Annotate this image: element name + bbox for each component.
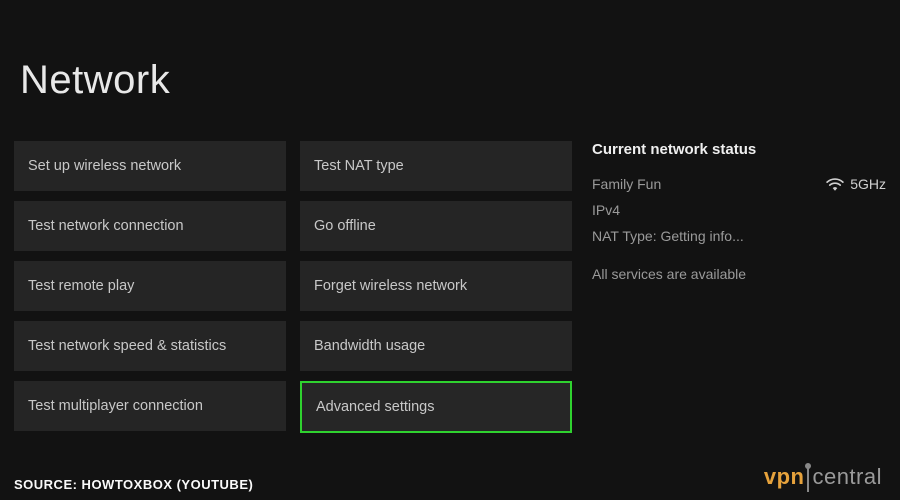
tile-forget-wireless[interactable]: Forget wireless network xyxy=(300,261,572,311)
tile-label: Bandwidth usage xyxy=(314,338,425,354)
status-title: Current network status xyxy=(592,141,886,158)
status-band-group: 5GHz xyxy=(826,176,886,192)
wifi-icon xyxy=(826,177,844,191)
content-area: Set up wireless network Test network con… xyxy=(0,103,900,433)
tile-test-connection[interactable]: Test network connection xyxy=(14,201,286,251)
status-network-name: Family Fun xyxy=(592,176,661,192)
tile-label: Set up wireless network xyxy=(28,158,181,174)
status-nat-type: NAT Type: Getting info... xyxy=(592,228,886,244)
status-ip-version: IPv4 xyxy=(592,202,886,218)
tile-go-offline[interactable]: Go offline xyxy=(300,201,572,251)
tile-setup-wireless[interactable]: Set up wireless network xyxy=(14,141,286,191)
tile-label: Go offline xyxy=(314,218,376,234)
status-panel: Current network status Family Fun 5GHz I… xyxy=(586,141,886,433)
tile-test-speed[interactable]: Test network speed & statistics xyxy=(14,321,286,371)
tile-column-1: Set up wireless network Test network con… xyxy=(14,141,286,433)
tile-test-nat[interactable]: Test NAT type xyxy=(300,141,572,191)
page-title: Network xyxy=(0,0,900,103)
tile-label: Test network connection xyxy=(28,218,184,234)
tile-test-remote-play[interactable]: Test remote play xyxy=(14,261,286,311)
tile-label: Test network speed & statistics xyxy=(28,338,226,354)
tile-label: Test multiplayer connection xyxy=(28,398,203,414)
brand-right: central xyxy=(812,464,882,490)
status-network-row: Family Fun 5GHz xyxy=(592,176,886,192)
tile-label: Test remote play xyxy=(28,278,134,294)
brand-left: vpn xyxy=(764,464,805,490)
status-band: 5GHz xyxy=(850,176,886,192)
source-credit: SOURCE: HOWTOXBOX (YOUTUBE) xyxy=(14,477,253,492)
tile-label: Test NAT type xyxy=(314,158,404,174)
tile-bandwidth-usage[interactable]: Bandwidth usage xyxy=(300,321,572,371)
tile-column-2: Test NAT type Go offline Forget wireless… xyxy=(300,141,572,433)
tile-label: Advanced settings xyxy=(316,399,435,415)
brand-watermark: vpn central xyxy=(764,464,882,490)
status-services: All services are available xyxy=(592,266,886,282)
brand-divider-icon xyxy=(807,466,809,492)
tile-label: Forget wireless network xyxy=(314,278,467,294)
tile-test-multiplayer[interactable]: Test multiplayer connection xyxy=(14,381,286,431)
tile-advanced-settings[interactable]: Advanced settings xyxy=(300,381,572,433)
